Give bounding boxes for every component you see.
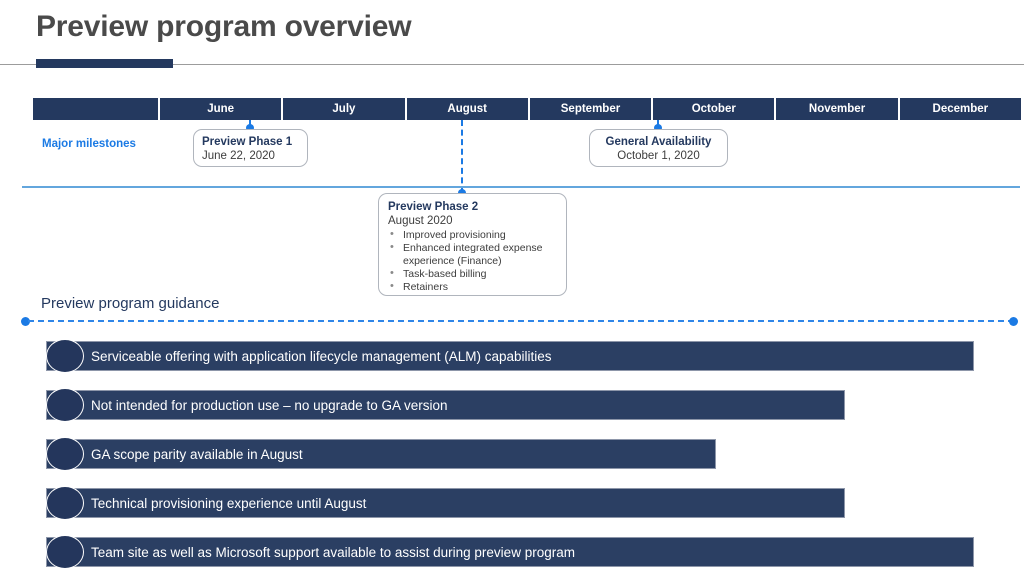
month-header-leading-cell bbox=[33, 98, 158, 120]
callout-title: Preview Phase 1 bbox=[202, 136, 293, 148]
guidance-bullet-ellipse bbox=[46, 339, 84, 373]
guidance-bullet-ellipse bbox=[46, 437, 84, 471]
milestone-section-divider bbox=[22, 186, 1020, 188]
callout-title: General Availability bbox=[605, 136, 712, 148]
guidance-label: Not intended for production use – no upg… bbox=[91, 397, 448, 413]
callout-bullet-list: Improved provisioning Enhanced integrate… bbox=[388, 228, 557, 294]
guidance-bullet-ellipse bbox=[46, 535, 84, 569]
title-accent-bar bbox=[36, 59, 173, 68]
guidance-bullet-ellipse bbox=[46, 486, 84, 520]
timeline-month-header: June July August September October Novem… bbox=[33, 98, 1021, 120]
guidance-dashed-divider bbox=[28, 320, 1014, 322]
guidance-label: Serviceable offering with application li… bbox=[91, 348, 552, 364]
month-cell-june: June bbox=[160, 98, 282, 120]
list-item: Enhanced integrated expense experience (… bbox=[388, 241, 557, 268]
list-item: Retainers bbox=[388, 280, 557, 294]
callout-subtitle: August 2020 bbox=[388, 215, 453, 227]
month-cell-october: October bbox=[653, 98, 775, 120]
callout-title: Preview Phase 2 bbox=[388, 201, 479, 213]
month-cell-july: July bbox=[283, 98, 405, 120]
milestone-callout-preview-phase-2[interactable]: Preview Phase 2 August 2020 Improved pro… bbox=[378, 193, 567, 296]
guidance-bullet-ellipse bbox=[46, 388, 84, 422]
month-cell-august: August bbox=[406, 98, 528, 120]
month-cell-november: November bbox=[776, 98, 898, 120]
guidance-label: Team site as well as Microsoft support a… bbox=[91, 544, 575, 560]
list-item: Task-based billing bbox=[388, 267, 557, 281]
guidance-heading: Preview program guidance bbox=[41, 295, 220, 312]
guidance-line-end-dot bbox=[1009, 317, 1018, 326]
callout-subtitle: October 1, 2020 bbox=[617, 150, 700, 162]
guidance-label: Technical provisioning experience until … bbox=[91, 495, 367, 511]
milestone-callout-preview-phase-1[interactable]: Preview Phase 1 June 22, 2020 bbox=[193, 129, 308, 167]
callout-subtitle: June 22, 2020 bbox=[202, 150, 275, 162]
page-title: Preview program overview bbox=[36, 10, 412, 43]
month-cell-december: December bbox=[899, 98, 1021, 120]
connector-stem-phase-2 bbox=[461, 120, 463, 193]
major-milestones-label: Major milestones bbox=[42, 138, 136, 150]
month-cell-september: September bbox=[529, 98, 652, 120]
guidance-label: GA scope parity available in August bbox=[91, 446, 303, 462]
list-item: Improved provisioning bbox=[388, 228, 557, 242]
milestone-callout-general-availability[interactable]: General Availability October 1, 2020 bbox=[589, 129, 728, 167]
